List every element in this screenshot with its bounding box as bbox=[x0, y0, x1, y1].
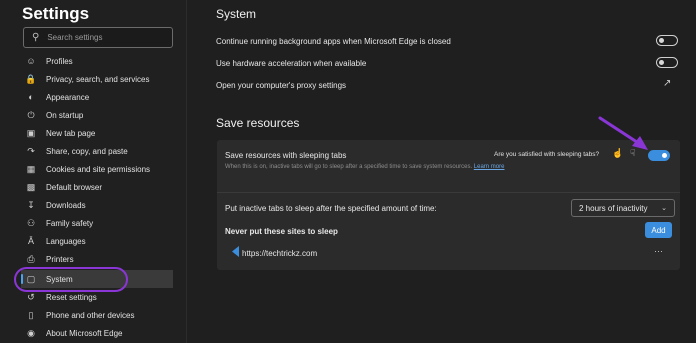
sidebar-item-label: Profiles bbox=[46, 56, 73, 66]
background-apps-label: Continue running background apps when Mi… bbox=[216, 37, 451, 46]
sidebar-item-about[interactable]: ◉ About Microsoft Edge bbox=[24, 324, 174, 342]
sidebar-item-on-startup[interactable]: ⏻ On startup bbox=[24, 106, 174, 124]
sidebar-item-label: Family safety bbox=[46, 218, 94, 228]
sidebar-item-share[interactable]: ↷ Share, copy, and paste bbox=[24, 142, 174, 160]
description-text: When this is on, inactive tabs will go t… bbox=[225, 164, 473, 170]
printer-icon: ⎙ bbox=[27, 253, 35, 264]
toggle-knob bbox=[662, 153, 667, 158]
hardware-acceleration-label: Use hardware acceleration when available bbox=[216, 59, 367, 68]
system-highlight-annotation bbox=[14, 267, 128, 292]
sidebar-item-label: New tab page bbox=[46, 128, 96, 138]
sidebar-item-label: Default browser bbox=[46, 182, 103, 192]
sidebar-item-phone[interactable]: ▯ Phone and other devices bbox=[24, 306, 174, 324]
search-icon: ⚲ bbox=[32, 32, 40, 43]
external-link-icon[interactable]: ↗ bbox=[663, 78, 671, 89]
edge-icon: ◉ bbox=[27, 327, 35, 338]
site-url: https://techtrickz.com bbox=[242, 249, 318, 258]
sidebar-item-label: Appearance bbox=[46, 92, 90, 102]
search-placeholder: Search settings bbox=[47, 33, 103, 42]
never-sleep-label: Never put these sites to sleep bbox=[225, 227, 338, 236]
power-icon: ⏻ bbox=[27, 109, 35, 120]
sidebar-item-cookies[interactable]: ▦ Cookies and site permissions bbox=[24, 160, 174, 178]
phone-icon: ▯ bbox=[28, 309, 34, 320]
family-icon: ⚇ bbox=[26, 217, 36, 228]
save-resources-heading: Save resources bbox=[216, 116, 300, 130]
card-divider bbox=[217, 192, 680, 193]
reset-icon: ↺ bbox=[27, 291, 35, 302]
lock-icon: 🔒 bbox=[25, 73, 37, 84]
sidebar-item-default-browser[interactable]: ▩ Default browser bbox=[24, 178, 174, 196]
more-options-icon[interactable]: ··· bbox=[654, 246, 663, 256]
thumbs-down-icon[interactable]: ☟ bbox=[630, 148, 635, 159]
sidebar-item-appearance[interactable]: ◐ Appearance bbox=[24, 88, 174, 106]
download-icon: ↧ bbox=[27, 199, 35, 210]
sleeping-tabs-description: When this is on, inactive tabs will go t… bbox=[225, 163, 515, 172]
sidebar-item-printers[interactable]: ⎙ Printers bbox=[24, 250, 174, 268]
thumbs-up-icon[interactable]: ☝ bbox=[612, 148, 623, 159]
sidebar-item-family-safety[interactable]: ⚇ Family safety bbox=[24, 214, 174, 232]
sidebar-item-downloads[interactable]: ↧ Downloads bbox=[24, 196, 174, 214]
sleep-after-dropdown[interactable]: 2 hours of inactivity ⌄ bbox=[571, 199, 675, 217]
toggle-knob bbox=[659, 38, 664, 43]
sidebar-item-label: Phone and other devices bbox=[46, 310, 135, 320]
settings-title: Settings bbox=[22, 4, 90, 23]
sidebar-item-new-tab-page[interactable]: ▣ New tab page bbox=[24, 124, 174, 142]
learn-more-link[interactable]: Learn more bbox=[474, 164, 505, 170]
sidebar-item-label: On startup bbox=[46, 110, 84, 120]
proxy-settings-label: Open your computer's proxy settings bbox=[216, 81, 347, 90]
feedback-prompt: Are you satisfied with sleeping tabs? bbox=[494, 151, 600, 158]
add-site-button[interactable]: Add bbox=[645, 222, 672, 238]
sidebar-item-label: Reset settings bbox=[46, 292, 97, 302]
sidebar-item-label: Cookies and site permissions bbox=[46, 164, 151, 174]
sidebar: Settings ⚲ Search settings ☺ Profiles 🔒 … bbox=[0, 0, 187, 343]
sidebar-item-label: Privacy, search, and services bbox=[46, 74, 150, 84]
sleep-after-label: Put inactive tabs to sleep after the spe… bbox=[225, 204, 437, 213]
sidebar-item-privacy[interactable]: 🔒 Privacy, search, and services bbox=[24, 70, 174, 88]
browser-icon: ▩ bbox=[26, 181, 36, 192]
new-tab-icon: ▣ bbox=[26, 127, 36, 138]
toggle-knob bbox=[659, 60, 664, 65]
background-apps-toggle[interactable] bbox=[656, 35, 678, 46]
cookie-icon: ▦ bbox=[26, 163, 36, 174]
system-heading: System bbox=[216, 7, 257, 21]
sleeping-tabs-label: Save resources with sleeping tabs bbox=[225, 151, 347, 160]
sidebar-item-label: Downloads bbox=[46, 200, 86, 210]
sidebar-item-languages[interactable]: Ā Languages bbox=[24, 232, 174, 250]
share-icon: ↷ bbox=[27, 145, 35, 156]
sidebar-item-label: Share, copy, and paste bbox=[46, 146, 128, 156]
palette-icon: ◐ bbox=[28, 92, 34, 102]
sleeping-tabs-toggle[interactable] bbox=[648, 150, 670, 161]
person-icon: ☺ bbox=[26, 56, 36, 66]
search-input[interactable]: ⚲ Search settings bbox=[23, 27, 173, 48]
sidebar-item-label: Languages bbox=[46, 236, 86, 246]
sidebar-item-profiles[interactable]: ☺ Profiles bbox=[24, 52, 174, 70]
dropdown-value: 2 hours of inactivity bbox=[579, 203, 648, 213]
sidebar-item-label: Printers bbox=[46, 254, 74, 264]
language-icon: Ā bbox=[27, 236, 34, 246]
hardware-acceleration-toggle[interactable] bbox=[656, 57, 678, 68]
sidebar-item-label: About Microsoft Edge bbox=[46, 328, 123, 338]
chevron-down-icon: ⌄ bbox=[661, 205, 667, 212]
